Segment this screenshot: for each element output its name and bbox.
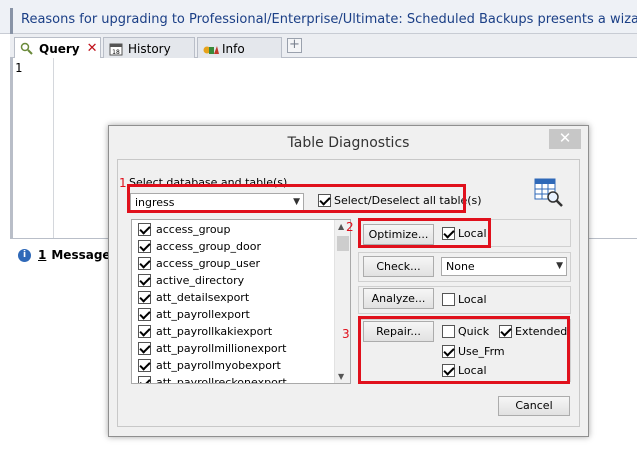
- check-button-label: Check...: [376, 260, 421, 273]
- chevron-down-icon: ▼: [556, 261, 563, 271]
- annotation-label-1: 1: [119, 176, 127, 190]
- table-name: att_payrollkakiexport: [156, 325, 273, 338]
- dialog-titlebar[interactable]: Table Diagnostics ✕: [109, 126, 588, 158]
- annotation-box-1: [127, 184, 466, 213]
- annotation-label-2: 2: [346, 220, 354, 234]
- table-name: att_detailsexport: [156, 291, 250, 304]
- table-name: att_payrollreckonexport: [156, 376, 287, 384]
- line-number-gutter: 1: [10, 58, 54, 238]
- tab-label: History: [128, 41, 171, 56]
- checkbox-box[interactable]: [138, 291, 151, 304]
- table-name: access_group: [156, 223, 231, 236]
- table-name: att_payrollmillionexport: [156, 342, 287, 355]
- list-item[interactable]: att_payrollreckonexport: [138, 376, 287, 384]
- check-option-select[interactable]: None ▼: [441, 257, 567, 276]
- list-scrollbar[interactable]: ▲ ▼: [334, 220, 350, 383]
- table-name: att_payrollexport: [156, 308, 250, 321]
- table-name: access_group_user: [156, 257, 261, 270]
- list-item[interactable]: att_payrollmyobexport: [138, 359, 281, 372]
- table-name: access_group_door: [156, 240, 261, 253]
- list-item[interactable]: att_payrollmillionexport: [138, 342, 287, 355]
- list-item[interactable]: access_group: [138, 223, 231, 236]
- table-name: att_payrollmyobexport: [156, 359, 281, 372]
- check-option-value: None: [446, 260, 475, 273]
- list-item[interactable]: access_group_user: [138, 257, 260, 270]
- checkbox-box[interactable]: [138, 342, 151, 355]
- info-icon: i: [18, 248, 31, 262]
- scroll-thumb[interactable]: [337, 236, 349, 251]
- analyze-button-label: Analyze...: [371, 292, 426, 305]
- scroll-up-icon[interactable]: ▲: [338, 222, 344, 231]
- checkbox-box[interactable]: [138, 223, 151, 236]
- banner-edge: [10, 8, 13, 34]
- analyze-button[interactable]: Analyze...: [363, 288, 434, 309]
- checkbox-box[interactable]: [138, 325, 151, 338]
- database-search-icon: [534, 177, 564, 207]
- cancel-button-label: Cancel: [515, 399, 553, 412]
- table-name: active_directory: [156, 274, 245, 287]
- checkbox-box[interactable]: [138, 257, 151, 270]
- list-item[interactable]: att_detailsexport: [138, 291, 249, 304]
- tab-history[interactable]: 18 History: [103, 37, 195, 59]
- annotation-label-3: 3: [342, 327, 350, 341]
- list-item[interactable]: att_payrollkakiexport: [138, 325, 272, 338]
- add-tab-button[interactable]: +: [287, 38, 302, 53]
- query-icon: [20, 42, 34, 56]
- upgrade-banner: Reasons for upgrading to Professional/En…: [0, 0, 637, 34]
- check-button[interactable]: Check...: [363, 256, 434, 277]
- messages-label: Message: [51, 248, 111, 262]
- calendar-icon-text: 18: [112, 49, 120, 56]
- annotation-box-3: [358, 316, 570, 384]
- info-shapes-icon: [203, 42, 219, 56]
- calendar-icon: 18: [109, 42, 123, 56]
- tab-info[interactable]: Info: [197, 37, 282, 59]
- tab-messages[interactable]: i 1 Message: [18, 248, 111, 262]
- close-tab-icon[interactable]: ✕: [87, 41, 98, 56]
- local-label: Local: [458, 293, 487, 306]
- banner-text[interactable]: Reasons for upgrading to Professional/En…: [21, 12, 637, 27]
- analyze-local-checkbox[interactable]: Local: [442, 293, 487, 306]
- checkbox-box[interactable]: [138, 274, 151, 287]
- list-item[interactable]: att_payrollexport: [138, 308, 250, 321]
- table-diagnostics-dialog: Table Diagnostics ✕ Select database and …: [108, 125, 589, 437]
- editor-tab-bar: Query ✕ 18 History Info +: [10, 34, 637, 59]
- line-number: 1: [15, 61, 23, 75]
- tab-label: Info: [222, 41, 245, 56]
- annotation-box-2: [358, 218, 491, 248]
- checkbox-box[interactable]: [138, 308, 151, 321]
- dialog-title: Table Diagnostics: [287, 135, 410, 151]
- list-item[interactable]: active_directory: [138, 274, 244, 287]
- cancel-button[interactable]: Cancel: [498, 396, 570, 416]
- messages-count: 1: [38, 248, 47, 262]
- tab-query[interactable]: Query ✕: [14, 37, 101, 59]
- checkbox-box[interactable]: [138, 359, 151, 372]
- checkbox-box[interactable]: [138, 376, 151, 383]
- table-list[interactable]: access_group access_group_door access_gr…: [131, 219, 351, 384]
- dialog-close-button[interactable]: ✕: [549, 129, 581, 149]
- checkbox-box[interactable]: [138, 240, 151, 253]
- tab-label: Query: [39, 41, 80, 56]
- checkbox-box[interactable]: [442, 293, 455, 306]
- list-item[interactable]: access_group_door: [138, 240, 261, 253]
- scroll-down-icon[interactable]: ▼: [338, 372, 344, 381]
